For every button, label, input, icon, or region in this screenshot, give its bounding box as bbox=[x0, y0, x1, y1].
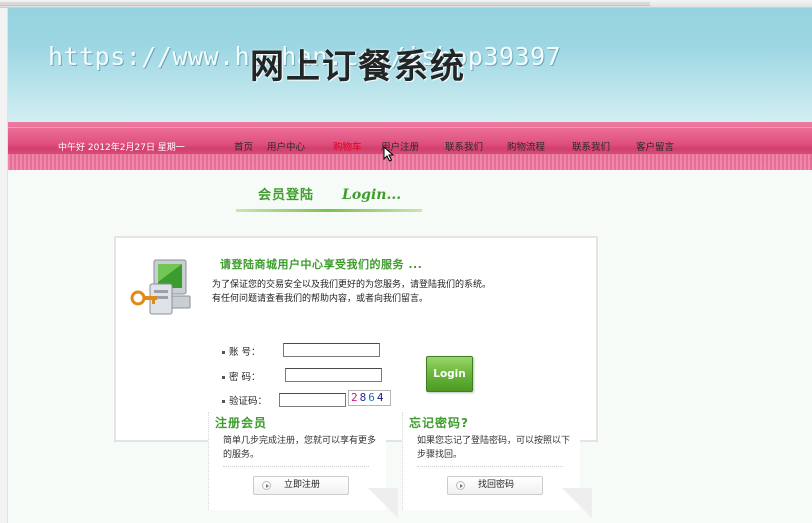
forgot-card-text: 如果您忘记了登陆密码，可以按照以下步骤找回。 bbox=[417, 436, 571, 460]
forgot-password-card: 忘记密码? 如果您忘记了登陆密码，可以按照以下步骤找回。 找回密码 bbox=[402, 412, 592, 518]
recover-password-label: 找回密码 bbox=[478, 480, 515, 490]
card-divider bbox=[223, 466, 369, 467]
card-divider bbox=[417, 466, 563, 467]
computer-key-icon bbox=[130, 259, 191, 315]
panel-desc-line1: 为了保证您的交易安全以及我们更好的为您服务，请登陆我们的系统。 bbox=[212, 280, 492, 290]
captcha-digit: 8 bbox=[359, 391, 369, 404]
bullet-dot bbox=[222, 376, 225, 379]
nav-item-contact[interactable]: 联系我们 bbox=[445, 139, 483, 153]
login-title-en: Login... bbox=[342, 187, 402, 203]
left-edge bbox=[0, 8, 8, 523]
bullet-dot bbox=[222, 400, 225, 403]
login-button[interactable]: Login bbox=[426, 356, 473, 392]
nav-item-contact-2[interactable]: 联系我们 bbox=[572, 139, 610, 153]
login-title-cn: 会员登陆 bbox=[258, 188, 315, 203]
greeting-date: 中午好 2012年2月27日 星期一 bbox=[58, 143, 185, 153]
nav-item-user-center[interactable]: 用户中心 bbox=[267, 139, 305, 153]
nav-item-cart[interactable]: 购物车 bbox=[333, 139, 362, 153]
captcha-image[interactable]: 2864 bbox=[348, 390, 391, 406]
captcha-digit: 4 bbox=[376, 391, 386, 404]
nav-item-messages[interactable]: 客户留言 bbox=[636, 139, 674, 153]
panel-description: 为了保证您的交易安全以及我们更好的为您服务，请登陆我们的系统。 有任何问题请查看… bbox=[212, 278, 491, 306]
arrow-right-icon bbox=[262, 481, 271, 490]
main-content: 会员登陆 Login... 请登陆商城用户中心享受我们的服务 ... 为了保证您… bbox=[8, 170, 812, 523]
page-fold-corner bbox=[368, 488, 398, 518]
account-input[interactable] bbox=[283, 343, 380, 357]
password-row: 密 码： bbox=[222, 369, 261, 383]
login-title-underline bbox=[236, 209, 422, 212]
page-fold-corner bbox=[562, 488, 592, 518]
account-label: 账 号： bbox=[229, 347, 261, 358]
password-label: 密 码： bbox=[229, 372, 261, 383]
bullet-dot bbox=[222, 351, 225, 354]
captcha-input[interactable] bbox=[279, 393, 346, 407]
panel-heading: 请登陆商城用户中心享受我们的服务 ... bbox=[220, 258, 423, 271]
account-row: 账 号： bbox=[222, 344, 261, 358]
nav-item-home[interactable]: 首页 bbox=[234, 139, 253, 153]
arrow-right-icon bbox=[456, 481, 465, 490]
nav-bar: 中午好 2012年2月27日 星期一 首页 用户中心 购物车 用户注册 联系我们… bbox=[8, 122, 812, 170]
captcha-row: 验证码： bbox=[222, 393, 267, 407]
site-title: 网上订餐系统 bbox=[250, 47, 466, 87]
mouse-cursor-icon bbox=[383, 146, 395, 162]
panel-desc-line2: 有任何问题请查看我们的帮助内容，或者向我们留言。 bbox=[212, 294, 429, 304]
nav-stripe bbox=[8, 154, 812, 170]
register-card-title: 注册会员 bbox=[215, 416, 268, 430]
register-now-label: 立即注册 bbox=[284, 480, 321, 490]
nav-item-shopping-process[interactable]: 购物流程 bbox=[507, 139, 545, 153]
register-card: 注册会员 简单几步完成注册，您就可以享有更多的服务。 立即注册 bbox=[208, 412, 398, 518]
recover-password-button[interactable]: 找回密码 bbox=[447, 476, 543, 495]
site-banner: https://www.huzhan.com/ishop39397 网上订餐系统 bbox=[8, 8, 812, 122]
forgot-card-title: 忘记密码? bbox=[409, 416, 469, 430]
register-now-button[interactable]: 立即注册 bbox=[253, 476, 349, 495]
captcha-digit: 6 bbox=[368, 391, 377, 404]
captcha-label: 验证码： bbox=[229, 396, 268, 407]
browser-top-strip bbox=[0, 0, 812, 8]
login-header: 会员登陆 Login... bbox=[236, 184, 422, 212]
scrollbar-track[interactable] bbox=[0, 2, 650, 6]
nav-highlight-line bbox=[8, 127, 812, 128]
register-card-text: 简单几步完成注册，您就可以享有更多的服务。 bbox=[223, 436, 377, 460]
captcha-digit: 2 bbox=[351, 391, 360, 404]
password-input[interactable] bbox=[285, 368, 382, 382]
